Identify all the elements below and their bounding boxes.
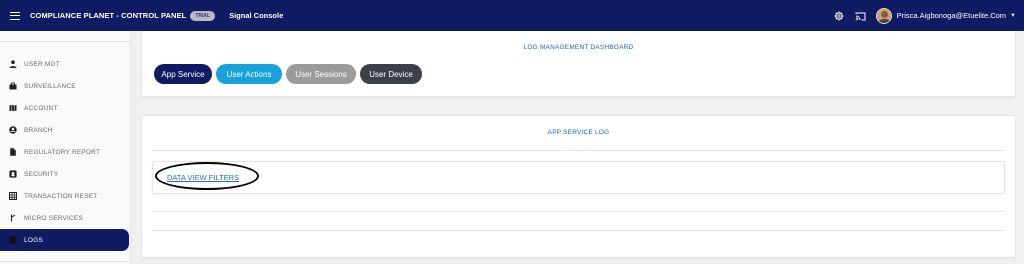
person-icon <box>9 60 17 68</box>
shield-icon <box>9 170 17 178</box>
sidebar-item-transaction-reset[interactable]: TRANSACTION RESET <box>0 185 131 207</box>
map-icon <box>9 104 17 112</box>
divider <box>152 211 1005 212</box>
log-type-buttons: App Service User Actions User Sessions U… <box>154 64 426 84</box>
sidebar-item-logs[interactable]: LOGS <box>0 229 129 251</box>
divider <box>152 230 1005 231</box>
briefcase-icon <box>9 82 17 90</box>
sidebar-item-label: SECURITY <box>24 170 59 178</box>
sidebar-item-security[interactable]: SECURITY <box>0 163 131 185</box>
document-icon <box>9 148 17 156</box>
sidebar-item-label: SURVEILLANCE <box>24 82 76 90</box>
menu-icon[interactable] <box>0 0 30 31</box>
trial-badge: TRIAL <box>190 10 216 21</box>
user-device-button[interactable]: User Device <box>360 64 422 84</box>
sidebar-nav: USER MGT SURVEILLANCE ACCOUNT BRANCH REG… <box>0 53 131 251</box>
brand-title: COMPLIANCE PLANET - CONTROL PANEL <box>30 11 187 20</box>
log-dashboard-card: LOG MANAGEMENT DASHBOARD App Service Use… <box>141 31 1016 97</box>
log-panel-title: APP SERVICE LOG <box>547 129 610 136</box>
user-email[interactable]: Prisca.Aigbonoga@Etuelite.Com <box>897 11 1006 20</box>
sidebar-item-label: MICRO SERVICES <box>24 214 84 222</box>
fork-icon <box>9 214 17 222</box>
app-service-button[interactable]: App Service <box>154 64 212 84</box>
sidebar-item-branch[interactable]: BRANCH <box>0 119 131 141</box>
sidebar-item-label: TRANSACTION RESET <box>24 192 98 200</box>
chevron-down-icon[interactable]: ▼ <box>1010 13 1016 19</box>
dashboard-title: LOG MANAGEMENT DASHBOARD <box>523 44 634 51</box>
app-service-log-card: APP SERVICE LOG DATA VIEW FILTERS <box>141 115 1016 258</box>
divider <box>152 150 1005 151</box>
sidebar-item-regulatory-report[interactable]: REGULATORY REPORT <box>0 141 131 163</box>
sidebar-item-label: ACCOUNT <box>24 104 58 112</box>
grid-icon <box>9 192 17 200</box>
sidebar-item-label: BRANCH <box>24 126 53 134</box>
logs-icon <box>9 236 17 244</box>
sidebar-divider <box>0 41 131 42</box>
sidebar-item-label: USER MGT <box>24 60 60 68</box>
topbar-actions: Prisca.Aigbonoga@Etuelite.Com ▼ <box>828 0 1016 31</box>
sidebar-item-user-mgt[interactable]: USER MGT <box>0 53 131 75</box>
console-title: Signal Console <box>229 11 284 20</box>
top-app-bar: COMPLIANCE PLANET - CONTROL PANEL TRIAL … <box>0 0 1024 31</box>
sidebar-item-account[interactable]: ACCOUNT <box>0 97 131 119</box>
data-view-filters-link[interactable]: DATA VIEW FILTERS <box>167 173 239 182</box>
avatar[interactable] <box>875 7 892 24</box>
sidebar-item-micro-services[interactable]: MICRO SERVICES <box>0 207 131 229</box>
data-view-filters-panel: DATA VIEW FILTERS <box>152 161 1005 194</box>
gear-icon[interactable] <box>828 0 850 31</box>
sidebar-item-surveillance[interactable]: SURVEILLANCE <box>0 75 131 97</box>
sidebar-divider <box>0 261 131 262</box>
user-sessions-button[interactable]: User Sessions <box>286 64 356 84</box>
sidebar: USER MGT SURVEILLANCE ACCOUNT BRANCH REG… <box>0 31 131 264</box>
cast-icon[interactable] <box>850 0 872 31</box>
user-actions-button[interactable]: User Actions <box>216 64 282 84</box>
sidebar-item-label: REGULATORY REPORT <box>24 148 101 156</box>
sidebar-item-label: LOGS <box>24 236 43 244</box>
account-circle-icon <box>9 126 17 134</box>
